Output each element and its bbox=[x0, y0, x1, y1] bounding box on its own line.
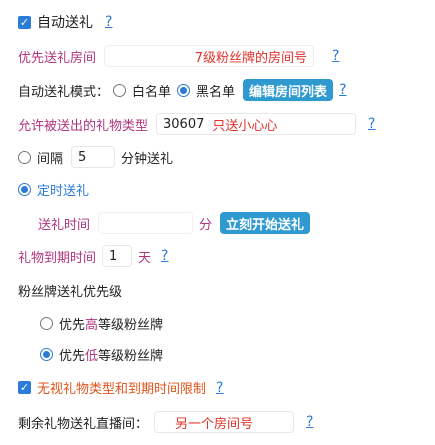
allowed-types-value: 30607 bbox=[163, 116, 205, 132]
ignore-limits-help-link[interactable]: ? bbox=[216, 380, 223, 396]
blacklist-radio[interactable] bbox=[177, 83, 191, 97]
badge-high-radio[interactable] bbox=[40, 317, 53, 330]
allowed-types-note: 只送小心心 bbox=[212, 118, 278, 134]
start-gifting-button[interactable]: 立刻开始送礼 bbox=[220, 212, 311, 234]
remaining-room-help-link[interactable]: ? bbox=[306, 414, 313, 430]
remaining-room-label: 剩余礼物送礼直播间： bbox=[18, 416, 149, 432]
expiry-help-link[interactable]: ? bbox=[161, 248, 168, 264]
badge-low-label: 优先低等级粉丝牌 bbox=[59, 349, 164, 364]
ignore-limits-checkbox[interactable]: ✓ bbox=[18, 381, 31, 394]
remaining-room-row: 剩余礼物送礼直播间： 另一个房间号 ? bbox=[18, 411, 313, 433]
badge-priority-heading: 粉丝牌送礼优先级 bbox=[18, 281, 122, 300]
scheduled-label: 定时送礼 bbox=[37, 184, 90, 199]
interval-label: 间隔 bbox=[37, 151, 64, 167]
blacklist-label: 黑名单 bbox=[196, 84, 236, 100]
allowed-types-row: 允许被送出的礼物类型 30607 只送小心心 ? bbox=[18, 113, 375, 135]
auto-gift-checkbox[interactable]: ✓ bbox=[18, 15, 31, 29]
remaining-room-input[interactable]: 另一个房间号 bbox=[154, 411, 295, 433]
interval-radio[interactable] bbox=[18, 150, 31, 164]
gift-mode-label: 自动送礼模式： bbox=[18, 84, 110, 100]
interval-unit: 分钟送礼 bbox=[121, 151, 174, 167]
gift-mode-row: 自动送礼模式： 白名单 黑名单 编辑房间列表 ? bbox=[18, 79, 347, 101]
auto-gift-row: ✓ 自动送礼 ? bbox=[18, 12, 112, 32]
auto-gift-help-link[interactable]: ? bbox=[105, 14, 112, 30]
interval-input[interactable]: 5 bbox=[71, 146, 116, 168]
priority-room-label: 优先送礼房间 bbox=[18, 50, 97, 66]
gift-time-label: 送礼时间 bbox=[38, 217, 91, 233]
priority-room-input[interactable]: 7级粉丝牌的房间号 bbox=[104, 45, 315, 67]
whitelist-label: 白名单 bbox=[132, 84, 172, 100]
priority-room-hint: 7级粉丝牌的房间号 bbox=[194, 50, 308, 66]
scheduled-radio[interactable] bbox=[18, 183, 31, 196]
badge-high-row: 优先高等级粉丝牌 bbox=[40, 314, 163, 333]
allowed-types-input[interactable]: 30607 只送小心心 bbox=[156, 113, 357, 135]
expiry-input[interactable]: 1 bbox=[102, 245, 133, 267]
ignore-limits-label: 无视礼物类型和到期时间限制 bbox=[37, 382, 207, 397]
priority-room-help-link[interactable]: ? bbox=[332, 48, 339, 64]
expiry-unit: 天 bbox=[138, 250, 152, 266]
auto-gift-label: 自动送礼 bbox=[37, 15, 93, 31]
allowed-types-help-link[interactable]: ? bbox=[368, 116, 375, 132]
gift-time-input[interactable] bbox=[98, 212, 194, 234]
ignore-limits-row: ✓ 无视礼物类型和到期时间限制 ? bbox=[18, 378, 223, 397]
allowed-types-label: 允许被送出的礼物类型 bbox=[18, 118, 149, 134]
whitelist-radio[interactable] bbox=[113, 83, 127, 97]
expiry-label: 礼物到期时间 bbox=[18, 250, 97, 266]
edit-room-list-button[interactable]: 编辑房间列表 bbox=[243, 79, 334, 101]
badge-low-row: 优先低等级粉丝牌 bbox=[40, 345, 163, 364]
gift-mode-help-link[interactable]: ? bbox=[339, 82, 346, 98]
expiry-row: 礼物到期时间 1 天 ? bbox=[18, 245, 168, 267]
gift-time-unit: 分 bbox=[199, 217, 213, 233]
priority-room-row: 优先送礼房间 7级粉丝牌的房间号 ? bbox=[18, 45, 339, 67]
gift-time-row: 送礼时间 分 立刻开始送礼 bbox=[38, 212, 311, 234]
badge-high-label: 优先高等级粉丝牌 bbox=[59, 318, 164, 333]
scheduled-row: 定时送礼 bbox=[18, 180, 89, 199]
badge-low-radio[interactable] bbox=[40, 348, 53, 361]
interval-row: 间隔 5 分钟送礼 bbox=[18, 146, 173, 168]
badge-priority-label: 粉丝牌送礼优先级 bbox=[18, 285, 123, 300]
